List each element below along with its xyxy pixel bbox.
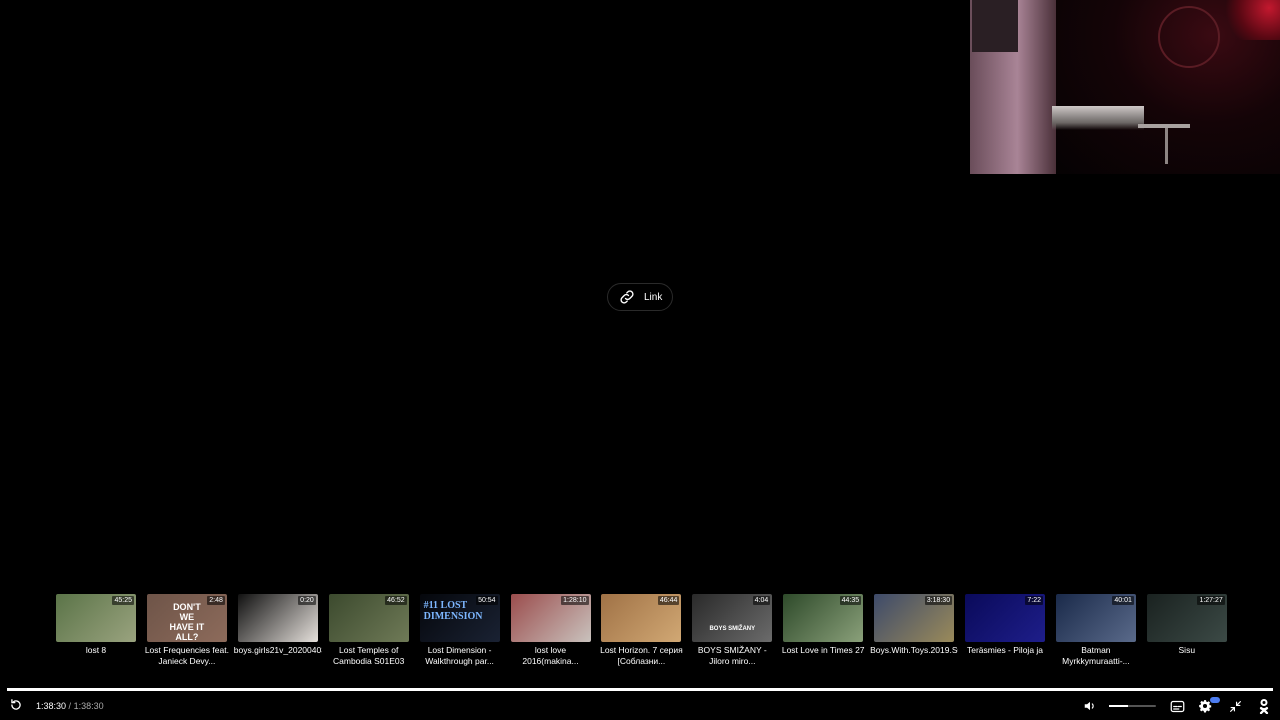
video-title[interactable]: boys.girls21v_20200403_6.mp4 [234,645,322,656]
thumbnail-overlay-text: #11 LOST DIMENSION [423,600,483,622]
video-title[interactable]: Teräsmies - Piloja ja [961,645,1049,656]
thumbnail-overlay-text: BOYS SMIŽANY [709,626,756,632]
related-video-card[interactable]: 7:22 Teräsmies - Piloja ja [965,594,1045,656]
video-title[interactable]: Sisu [1143,645,1231,656]
video-thumbnail[interactable]: 46:52 [328,594,409,642]
video-duration: 46:44 [657,596,680,605]
video-duration: 44:35 [839,596,862,605]
video-duration: 46:52 [385,596,407,605]
related-video-card[interactable]: 46:44 Lost Horizon. 7 серия [Соблазни... [600,594,683,666]
progress-bar[interactable] [7,688,1273,691]
video-thumbnail[interactable]: #11 LOST DIMENSION 50:54 [419,594,500,642]
link-label: Link [644,291,663,303]
thumbnail-overlay-text: DON'T WE HAVE IT ALL? [169,602,205,642]
video-title[interactable]: Lost Dimension - Walkthrough par... [416,645,504,666]
video-thumbnail[interactable]: 40:01 [1055,594,1136,642]
video-title[interactable]: Lost Horizon. 7 серия [Соблазни... [597,645,685,666]
link-button[interactable]: Link [607,283,673,311]
related-video-card[interactable]: DON'T WE HAVE IT ALL? 2:48 Lost Frequencie… [145,594,229,666]
video-duration: 0:20 [298,596,316,605]
related-video-card[interactable]: 3:18:30 Boys.With.Toys.2019.S01.480p.Hind… [870,594,958,656]
picture-in-picture-preview[interactable] [970,0,1280,174]
ok-logo-button[interactable] [1256,697,1272,715]
speaker-icon [1084,701,1094,711]
related-video-card[interactable]: 40:01 Batman Myrkkymuraatti-... [1055,594,1136,666]
video-thumbnail[interactable]: DON'T WE HAVE IT ALL? 2:48 [146,594,227,642]
volume-slider[interactable] [1109,705,1156,707]
video-thumbnail[interactable]: 0:20 [237,594,318,642]
time-display: 1:38:30 / 1:38:30 [36,701,104,711]
related-video-card[interactable]: 45:25 lost 8 [56,594,136,656]
volume-level [1109,705,1128,707]
video-duration: 40:01 [1112,596,1134,605]
replay-button[interactable] [8,697,24,713]
video-thumbnail[interactable]: 1:27:27 [1146,594,1227,642]
video-duration: 50:54 [476,596,498,605]
video-title[interactable]: BOYS SMIŽANY - Jiloro miro... [688,645,776,666]
related-video-card[interactable]: #11 LOST DIMENSION 50:54 Lost Dimension - … [419,594,500,666]
video-title[interactable]: Lost Love in Times 27 [779,645,867,656]
current-time: 1:38:30 [36,701,67,711]
video-title[interactable]: Lost Temples of Cambodia S01E03 [325,645,413,666]
video-duration: 1:28:10 [561,596,589,605]
video-duration: 45:25 [112,596,134,605]
video-title[interactable]: Lost Frequencies feat. Janieck Devy... [143,645,231,666]
related-video-card[interactable]: 0:20 boys.girls21v_20200403_6.mp4 [234,594,322,656]
related-video-card[interactable]: BOYS SMIŽANY 4:04 BOYS SMIŽANY - Jiloro mi… [692,594,773,666]
related-video-card[interactable]: 1:27:27 Sisu [1146,594,1227,656]
quality-badge [1210,697,1220,703]
video-thumbnail[interactable]: 3:18:30 [874,594,955,642]
video-thumbnail[interactable]: 44:35 [783,594,864,642]
exit-fullscreen-button[interactable] [1227,698,1243,714]
video-thumbnail[interactable]: 46:44 [601,594,682,642]
video-thumbnail[interactable]: BOYS SMIŽANY 4:04 [692,594,773,642]
subtitles-icon [1170,700,1184,712]
video-title[interactable]: lost love 2016(makina... [507,645,595,666]
progress-fill [7,688,1273,691]
related-video-card[interactable]: 46:52 Lost Temples of Cambodia S01E03 [328,594,409,666]
video-title[interactable]: Boys.With.Toys.2019.S01.480p.Hind... [870,645,958,656]
video-title[interactable]: Batman Myrkkymuraatti-... [1052,645,1140,666]
video-thumbnail[interactable]: 45:25 [56,594,136,642]
replay-icon [11,699,21,710]
video-duration: 4:04 [752,596,771,605]
volume-button[interactable] [1082,698,1098,714]
link-icon [620,290,634,304]
video-thumbnail[interactable]: 7:22 [965,594,1045,642]
video-duration: 3:18:30 [924,596,953,605]
related-videos-strip: 45:25 lost 8 DON'T WE HAVE IT ALL? 2:48 Lost… [56,594,1236,674]
related-video-card[interactable]: 44:35 Lost Love in Times 27 [782,594,865,656]
video-thumbnail[interactable]: 1:28:10 [510,594,591,642]
ok-logo-icon [1259,699,1269,714]
related-video-card[interactable]: 1:28:10 lost love 2016(makina... [510,594,591,666]
player-controls: 1:38:30 / 1:38:30 [0,692,1280,720]
time-separator: / [68,701,72,711]
total-duration: 1:38:30 [73,701,104,711]
video-duration: 1:27:27 [1197,596,1225,605]
video-duration: 7:22 [1025,596,1043,605]
subtitles-button[interactable] [1169,698,1185,714]
video-title[interactable]: lost 8 [52,645,140,656]
video-duration: 2:48 [207,596,225,605]
exit-fullscreen-icon [1229,700,1241,712]
